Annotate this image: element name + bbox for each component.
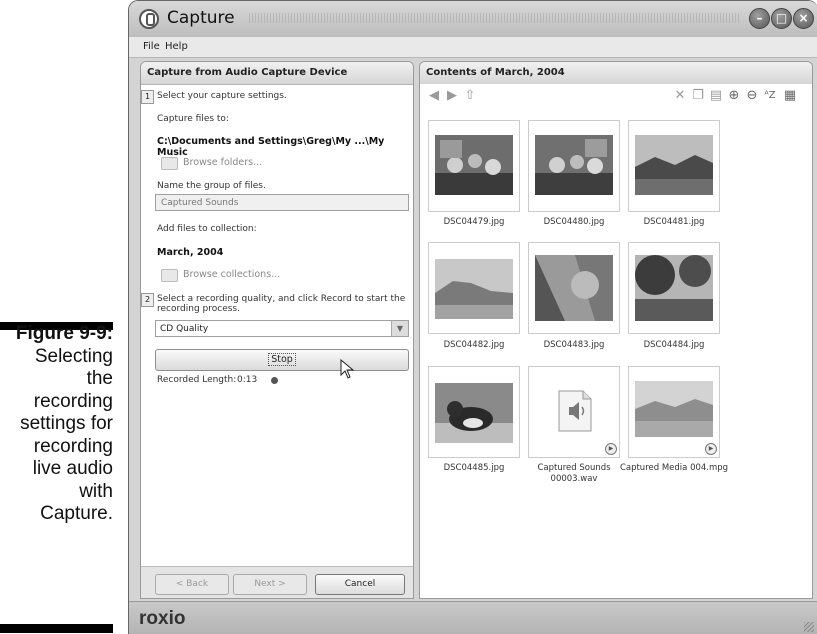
properties-icon[interactable]: ▤: [708, 88, 724, 104]
group-name-label: Name the group of files.: [157, 181, 266, 191]
resize-grip-icon[interactable]: [804, 622, 814, 632]
thumbnail-label: Captured Sounds 00003.wav: [537, 463, 611, 484]
forward-arrow-icon[interactable]: ▶: [444, 88, 460, 104]
stop-button[interactable]: Stop: [155, 349, 409, 371]
photo-image: [535, 255, 613, 321]
thumbnail-label: DSC04484.jpg: [643, 340, 705, 350]
caption-line: settings for: [20, 413, 113, 434]
thumbnail-label: DSC04479.jpg: [443, 217, 505, 227]
back-arrow-icon[interactable]: ◀: [426, 88, 442, 104]
collection-label: Add files to collection:: [157, 224, 257, 234]
caption-line: Capture.: [40, 503, 113, 524]
zoom-in-icon[interactable]: ⊕: [726, 88, 742, 104]
sort-az-icon[interactable]: ᴬZ: [762, 88, 778, 104]
thumbnail-DSC04484[interactable]: [628, 242, 720, 334]
recording-indicator-icon: [271, 377, 278, 384]
group-name-field[interactable]: Captured Sounds: [155, 194, 409, 211]
panel-header-capture: Capture from Audio Capture Device: [141, 62, 413, 85]
photo-image: [535, 135, 613, 195]
collection-contents-panel: Contents of March, 2004 ◀ ▶ ⇧ ✕ ❐ ▤ ⊕ ⊖ …: [419, 61, 813, 599]
capture-settings-panel: Capture from Audio Capture Device 1 Sele…: [140, 61, 414, 599]
caption-line: recording: [33, 435, 113, 457]
thumbnail-label: DSC04480.jpg: [543, 217, 605, 227]
caption-line: with: [79, 480, 113, 502]
browse-collections-icon[interactable]: [161, 269, 178, 282]
zoom-out-icon[interactable]: ⊖: [744, 88, 760, 104]
caption-rule-bottom: [0, 624, 113, 633]
stop-button-label: Stop: [268, 353, 296, 366]
thumbnail-captured-media[interactable]: ▶: [628, 366, 720, 458]
caption-line: the: [86, 368, 113, 389]
status-bar: roxio: [129, 601, 817, 634]
quality-select-value: CD Quality: [160, 324, 209, 334]
title-bar[interactable]: Capture – □ ×: [129, 1, 817, 37]
roxio-logo: roxio: [139, 608, 186, 629]
quality-select[interactable]: CD Quality ▼: [155, 320, 409, 337]
thumbnail-DSC04480[interactable]: [528, 120, 620, 212]
figure-label: Figure 9-9:: [15, 323, 113, 344]
thumbnail-label: DSC04485.jpg: [443, 463, 505, 473]
thumbnail-DSC04485[interactable]: [428, 366, 520, 458]
capture-files-label: Capture files to:: [157, 114, 229, 124]
caption-line: Selecting: [34, 345, 113, 367]
up-folder-icon[interactable]: ⇧: [462, 88, 478, 104]
browse-folders-link[interactable]: Browse folders...: [183, 157, 262, 168]
window-title: Capture: [167, 8, 235, 28]
step-1-badge: 1: [141, 90, 154, 104]
recorded-length-value: 0:13: [237, 375, 258, 385]
capture-app-icon: [139, 9, 159, 29]
photo-image: [635, 135, 713, 195]
mouse-cursor-icon: [340, 359, 355, 379]
thumbnail-DSC04481[interactable]: [628, 120, 720, 212]
delete-icon[interactable]: ✕: [672, 88, 688, 104]
step-2-badge: 2: [141, 293, 154, 307]
minimize-button[interactable]: –: [749, 8, 770, 29]
contents-toolbar: ◀ ▶ ⇧ ✕ ❐ ▤ ⊕ ⊖ ᴬZ ▦: [420, 84, 812, 110]
panel-header-contents: Contents of March, 2004: [420, 62, 812, 85]
play-icon[interactable]: ▶: [705, 443, 717, 455]
menu-help[interactable]: Help: [165, 41, 188, 52]
browse-folders-icon[interactable]: [161, 157, 178, 170]
chevron-down-icon[interactable]: ▼: [391, 321, 408, 336]
menu-file[interactable]: File: [143, 41, 160, 52]
caption-line: live audio: [32, 458, 113, 479]
menu-bar: File Help: [129, 37, 817, 58]
next-button[interactable]: Next >: [233, 574, 307, 595]
step-2-text-line1: Select a recording quality, and click Re…: [157, 294, 406, 304]
view-mode-icon[interactable]: ▦: [782, 88, 798, 104]
figure-caption: Figure 9-9: Selecting the recording sett…: [0, 323, 113, 526]
wizard-buttons: < Back Next > Cancel: [141, 566, 413, 598]
thumbnail-label: DSC04483.jpg: [543, 340, 605, 350]
capture-path: C:\Documents and Settings\Greg\My ...\My…: [157, 136, 385, 158]
copy-icon[interactable]: ❐: [690, 88, 706, 104]
play-icon[interactable]: ▶: [605, 443, 617, 455]
recorded-length-label: Recorded Length:: [157, 375, 237, 385]
thumbnail-label: Captured Media 004.mpg: [619, 463, 729, 473]
browse-collections-link[interactable]: Browse collections...: [183, 269, 280, 280]
capture-window: Capture – □ × File Help Capture from Aud…: [128, 0, 817, 634]
step-2-text-line2: recording process.: [157, 304, 240, 314]
step-1-text: Select your capture settings.: [157, 91, 287, 101]
photo-image: [435, 135, 513, 195]
photo-image: [435, 259, 513, 319]
thumbnail-DSC04482[interactable]: [428, 242, 520, 334]
collection-value: March, 2004: [157, 247, 224, 258]
close-button[interactable]: ×: [793, 8, 814, 29]
thumbnail-label: DSC04481.jpg: [643, 217, 705, 227]
back-button[interactable]: < Back: [155, 574, 229, 595]
cancel-button[interactable]: Cancel: [315, 574, 405, 595]
audio-file-icon: [558, 390, 592, 432]
thumbnail-DSC04483[interactable]: [528, 242, 620, 334]
thumbnail-label: DSC04482.jpg: [443, 340, 505, 350]
maximize-button[interactable]: □: [771, 8, 792, 29]
photo-image: [435, 383, 513, 443]
video-frame-image: [635, 381, 713, 437]
photo-image: [635, 255, 713, 321]
thumbnail-DSC04479[interactable]: [428, 120, 520, 212]
thumbnail-captured-sounds[interactable]: ▶: [528, 366, 620, 458]
titlebar-grip: [249, 13, 740, 23]
caption-line: recording: [33, 390, 113, 412]
